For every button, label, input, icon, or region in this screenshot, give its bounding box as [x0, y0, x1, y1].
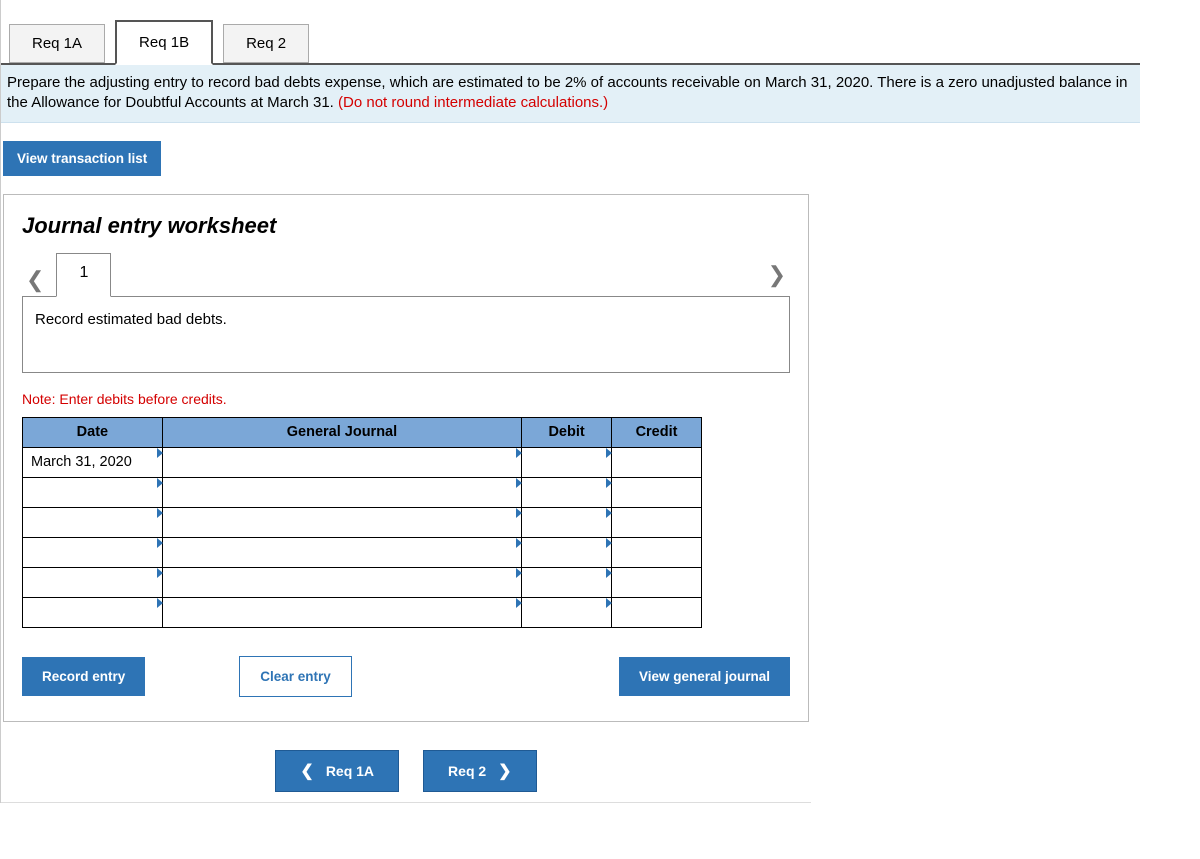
cell-debit[interactable]	[522, 507, 612, 537]
worksheet-title: Journal entry worksheet	[22, 213, 790, 239]
cell-date[interactable]: March 31, 2020	[23, 447, 163, 477]
cell-credit[interactable]	[612, 447, 702, 477]
cell-debit[interactable]	[522, 537, 612, 567]
tab-req-1b[interactable]: Req 1B	[115, 20, 213, 65]
table-row	[23, 567, 702, 597]
table-row	[23, 507, 702, 537]
record-instruction-text: Record estimated bad debts.	[35, 311, 227, 328]
chevron-left-icon: ❮	[300, 761, 313, 781]
cell-general-journal[interactable]	[162, 507, 521, 537]
prev-req-button[interactable]: ❮ Req 1A	[275, 750, 399, 792]
next-req-button[interactable]: Req 2 ❯	[423, 750, 537, 792]
clear-entry-button[interactable]: Clear entry	[239, 656, 352, 697]
journal-table: Date General Journal Debit Credit March …	[22, 417, 702, 628]
cell-date[interactable]	[23, 507, 163, 537]
prev-req-label: Req 1A	[326, 763, 374, 779]
view-general-journal-button[interactable]: View general journal	[619, 657, 790, 696]
debits-before-credits-note: Note: Enter debits before credits.	[22, 391, 790, 407]
tab-req-2[interactable]: Req 2	[223, 24, 309, 63]
cell-date[interactable]	[23, 597, 163, 627]
chevron-right-icon: ❯	[498, 761, 511, 781]
cell-date[interactable]	[23, 477, 163, 507]
col-header-general-journal: General Journal	[162, 417, 521, 447]
cell-debit[interactable]	[522, 477, 612, 507]
cell-general-journal[interactable]	[162, 567, 521, 597]
cell-general-journal[interactable]	[162, 447, 521, 477]
instructions-warning: (Do not round intermediate calculations.…	[338, 94, 608, 111]
cell-general-journal[interactable]	[162, 537, 521, 567]
journal-worksheet: Journal entry worksheet ❮ 1 ❯ Record est…	[3, 194, 809, 722]
table-row: March 31, 2020	[23, 447, 702, 477]
view-transaction-list-button[interactable]: View transaction list	[3, 141, 161, 176]
chevron-left-icon[interactable]: ❮	[22, 263, 48, 297]
journal-table-body: March 31, 2020	[23, 447, 702, 627]
worksheet-page-tab[interactable]: 1	[56, 253, 111, 297]
tab-req-1a[interactable]: Req 1A	[9, 24, 105, 63]
chevron-right-icon[interactable]: ❯	[764, 258, 790, 292]
table-row	[23, 537, 702, 567]
col-header-date: Date	[23, 417, 163, 447]
cell-date[interactable]	[23, 537, 163, 567]
cell-credit[interactable]	[612, 567, 702, 597]
table-row	[23, 477, 702, 507]
cell-credit[interactable]	[612, 507, 702, 537]
cell-debit[interactable]	[522, 567, 612, 597]
record-entry-button[interactable]: Record entry	[22, 657, 145, 696]
cell-debit[interactable]	[522, 597, 612, 627]
table-row	[23, 597, 702, 627]
cell-general-journal[interactable]	[162, 597, 521, 627]
record-instruction-box: Record estimated bad debts.	[22, 296, 790, 373]
cell-debit[interactable]	[522, 447, 612, 477]
next-req-label: Req 2	[448, 763, 486, 779]
col-header-debit: Debit	[522, 417, 612, 447]
cell-credit[interactable]	[612, 597, 702, 627]
cell-date[interactable]	[23, 567, 163, 597]
req-tabs: Req 1A Req 1B Req 2	[1, 0, 1140, 63]
col-header-credit: Credit	[612, 417, 702, 447]
instructions-banner: Prepare the adjusting entry to record ba…	[1, 65, 1140, 123]
cell-general-journal[interactable]	[162, 477, 521, 507]
bottom-nav: ❮ Req 1A Req 2 ❯	[1, 750, 811, 803]
cell-credit[interactable]	[612, 537, 702, 567]
cell-credit[interactable]	[612, 477, 702, 507]
